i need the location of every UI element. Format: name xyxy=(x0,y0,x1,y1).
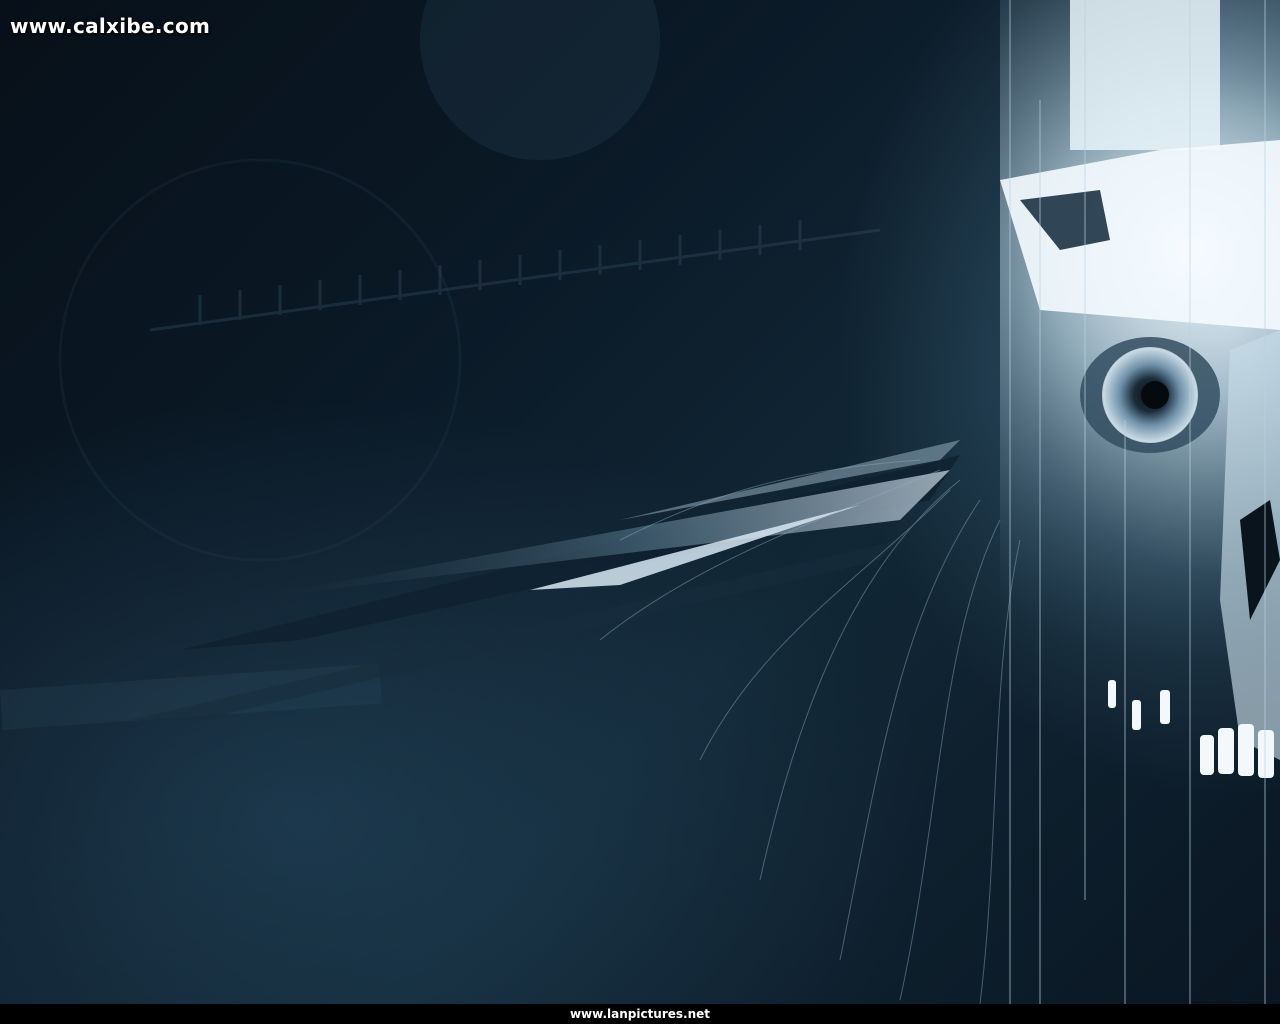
watermark-top: www.calxibe.com xyxy=(10,14,211,38)
watermark-bottom: www.lanpictures.net xyxy=(569,1007,711,1021)
skull-face xyxy=(1000,0,1280,1004)
watermark-footer-bar: www.lanpictures.net xyxy=(0,1004,1280,1024)
skull-artwork xyxy=(0,0,1280,1005)
wallpaper: www.calxibe.com www.lanpictures.net xyxy=(0,0,1280,1024)
ruler-ticks xyxy=(149,220,881,332)
